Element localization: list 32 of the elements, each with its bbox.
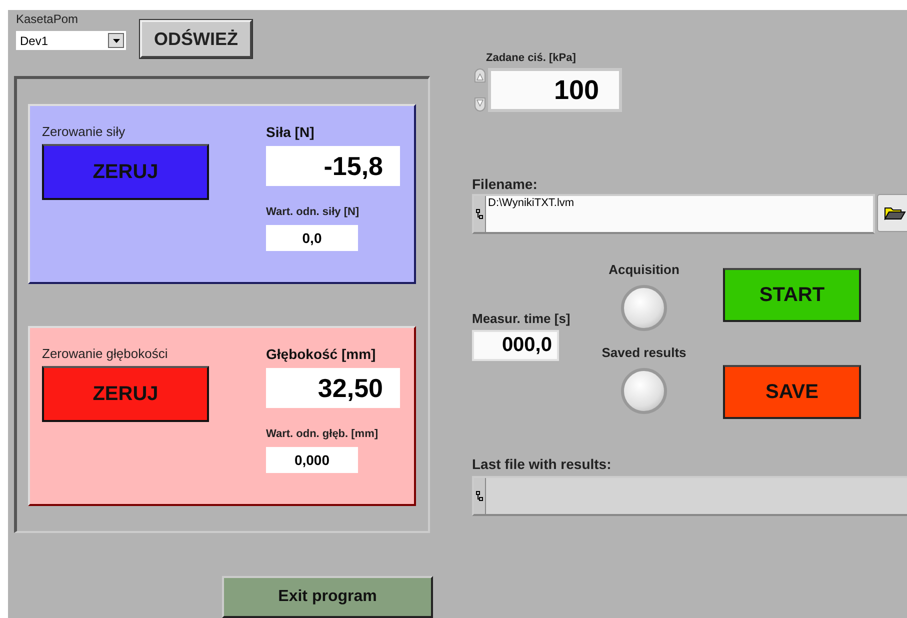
device-dropdown[interactable]: Dev1 — [16, 31, 126, 50]
reading-label: Siła [N] — [266, 124, 316, 142]
reference-label: Wart. odn. głęb. [mm] — [266, 428, 380, 442]
reference-label: Wart. odn. siły [N] — [266, 206, 360, 220]
folder-icon — [884, 206, 906, 220]
device-label: KasetaPom — [16, 12, 80, 26]
path-icon — [476, 209, 483, 220]
exit-button[interactable]: Exit program — [222, 576, 433, 618]
indicator-label: Acquisition — [608, 262, 680, 277]
indicator-label: Saved results — [602, 345, 686, 360]
refresh-button[interactable]: ODŚWIEŻ — [140, 20, 252, 58]
reading-label: Głębokość [mm] — [266, 346, 377, 364]
last-file-label: Last file with results: — [472, 456, 612, 472]
pressure-field[interactable]: 100 — [488, 68, 622, 112]
browse-button[interactable] — [877, 194, 907, 232]
panel-title: Zerowanie siły — [42, 124, 126, 141]
time-display: 000,0 — [472, 330, 559, 361]
action-button[interactable]: START — [723, 268, 861, 322]
reference-field[interactable]: 0,0 — [266, 225, 358, 251]
action-button[interactable]: SAVE — [723, 365, 861, 419]
panel-title: Zerowanie głębokości — [42, 346, 169, 363]
time-label: Measur. time [s] — [472, 311, 572, 326]
filename-field[interactable]: D:\WynikiTXT.lvm — [472, 194, 875, 234]
path-icon — [476, 491, 483, 502]
caret-icon — [112, 38, 120, 42]
reference-field[interactable]: 0,000 — [266, 447, 358, 473]
reading-display: -15,8 — [266, 146, 400, 186]
spinner-arrows[interactable] — [472, 68, 488, 112]
reading-display: 32,50 — [266, 368, 400, 408]
filename-label: Filename: — [472, 176, 538, 192]
zero-button[interactable]: ZERUJ — [42, 366, 209, 422]
pressure-label: Zadane ciś. [kPa] — [486, 52, 577, 64]
